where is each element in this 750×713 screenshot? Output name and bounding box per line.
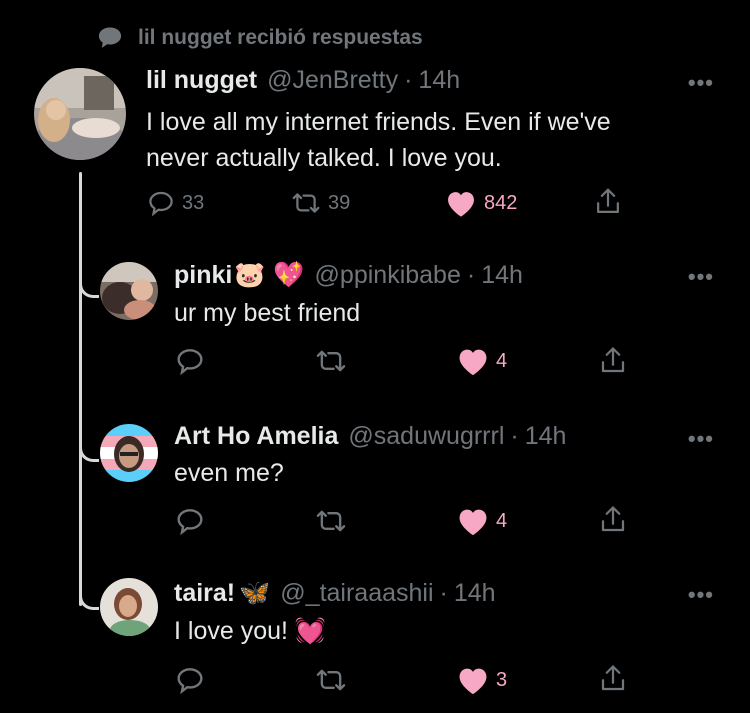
separator: ·	[404, 66, 413, 94]
author-name[interactable]: taira!	[174, 579, 235, 608]
avatar-reply[interactable]	[100, 578, 158, 636]
reply-button[interactable]	[174, 505, 206, 537]
retweet-count: 39	[328, 191, 351, 214]
share-icon	[601, 347, 625, 373]
reply-text-content: even me?	[174, 459, 284, 487]
tweet-thread: lil nugget recibió respuestas lil nugget…	[0, 0, 750, 713]
reply-button[interactable]	[174, 664, 206, 696]
like-button[interactable]: 4	[456, 345, 507, 377]
share-button[interactable]	[593, 186, 623, 218]
thread-line	[79, 172, 82, 606]
more-options-icon[interactable]: •••	[688, 70, 714, 96]
separator: ·	[466, 261, 476, 289]
heart-filled-icon	[459, 668, 487, 695]
reply-text-content: I love you!	[174, 617, 288, 645]
like-count: 3	[496, 668, 508, 691]
retweet-icon	[292, 193, 320, 213]
like-count: 4	[496, 349, 508, 372]
share-button[interactable]	[598, 503, 628, 537]
retweet-icon	[316, 669, 346, 691]
like-button[interactable]: 3	[456, 664, 507, 696]
share-icon	[601, 665, 625, 691]
author-handle[interactable]: @saduwugrrrl	[348, 422, 504, 451]
timestamp[interactable]: 14h	[454, 579, 496, 608]
reply-header: Art Ho Amelia @saduwugrrrl · 14h	[174, 422, 566, 451]
separator: ·	[439, 579, 448, 607]
heart-filled-icon	[459, 349, 487, 376]
reply-text-content: ur my best friend	[174, 299, 361, 327]
reply-icon	[177, 509, 203, 536]
retweet-button[interactable]	[314, 345, 348, 377]
avatar-reply[interactable]	[100, 262, 158, 320]
more-options-icon[interactable]: •••	[688, 264, 714, 290]
more-options-icon[interactable]: •••	[688, 426, 714, 452]
reply-header: pinki 🐷 💖 @ppinkibabe · 14h	[174, 260, 523, 290]
reply-text: even me?	[174, 458, 284, 488]
share-icon	[597, 188, 619, 213]
social-context-text: lil nugget recibió respuestas	[138, 26, 423, 49]
timestamp[interactable]: 14h	[481, 261, 523, 290]
timestamp[interactable]: 14h	[525, 422, 567, 451]
reply-count: 33	[182, 191, 205, 214]
retweet-icon	[316, 350, 346, 372]
author-handle[interactable]: @ppinkibabe	[315, 261, 461, 290]
main-tweet-text-line: I love all my internet friends. Even if …	[146, 108, 611, 136]
avatar-reply[interactable]	[100, 424, 158, 482]
timestamp[interactable]: 14h	[418, 66, 460, 95]
avatar-main[interactable]	[34, 68, 126, 160]
share-icon	[601, 506, 625, 532]
name-emoji: 🦋	[239, 578, 271, 607]
social-context: lil nugget recibió respuestas	[96, 24, 423, 52]
author-handle[interactable]: @JenBretty	[267, 66, 398, 95]
retweet-button[interactable]: 39	[290, 188, 350, 218]
share-button[interactable]	[598, 344, 628, 378]
reply-button[interactable]: 33	[146, 188, 204, 218]
reply-icon	[149, 191, 173, 217]
reply-icon	[177, 349, 203, 376]
reply-text: I love you! 💓	[174, 616, 326, 646]
like-count: 842	[484, 191, 518, 214]
reply-button[interactable]	[174, 345, 206, 377]
retweet-button[interactable]	[314, 664, 348, 696]
thread-branch	[79, 440, 99, 462]
thread-branch	[79, 588, 99, 610]
heart-filled-icon	[459, 509, 487, 536]
author-name[interactable]: Art Ho Amelia	[174, 422, 338, 451]
share-button[interactable]	[598, 662, 628, 696]
author-name[interactable]: lil nugget	[146, 66, 257, 95]
reply-header: taira! 🦋 @_tairaaashii · 14h	[174, 578, 496, 608]
author-handle[interactable]: @_tairaaashii	[280, 579, 433, 608]
main-tweet-text: I love all my internet friends. Even if …	[146, 104, 611, 176]
reply-icon	[177, 668, 203, 695]
thread-branch	[79, 276, 99, 298]
separator: ·	[510, 422, 519, 450]
retweet-button[interactable]	[314, 505, 348, 537]
main-tweet-header: lil nugget @JenBretty · 14h	[146, 66, 460, 95]
speech-bubble-icon	[98, 27, 122, 48]
like-button[interactable]: 4	[456, 505, 507, 537]
more-options-icon[interactable]: •••	[688, 582, 714, 608]
retweet-icon	[316, 510, 346, 532]
text-emoji: 💓	[294, 616, 327, 645]
reply-text: ur my best friend	[174, 298, 360, 328]
like-count: 4	[496, 509, 508, 532]
like-button[interactable]: 842	[444, 188, 517, 218]
main-tweet-text-line: never actually talked. I love you.	[146, 144, 502, 172]
name-emoji: 🐷 💖	[234, 260, 305, 289]
author-name[interactable]: pinki	[174, 261, 232, 290]
heart-filled-icon	[448, 192, 474, 217]
